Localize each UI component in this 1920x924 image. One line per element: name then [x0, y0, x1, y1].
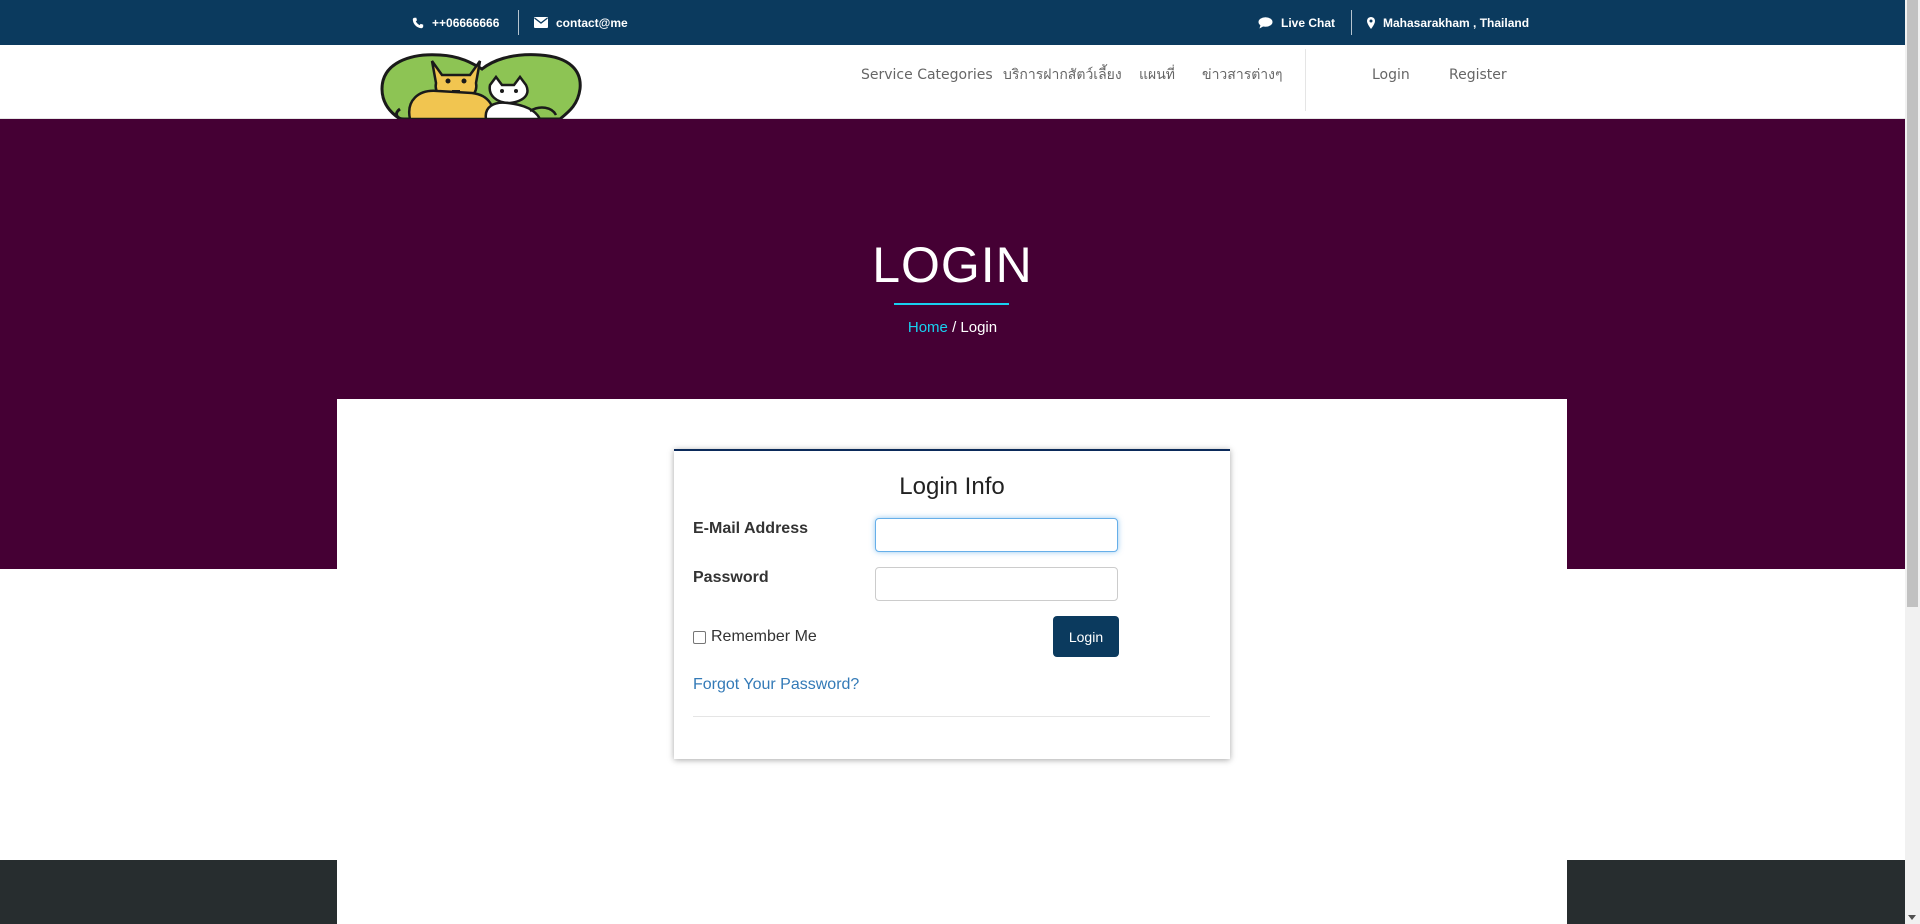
scrollbar-thumb[interactable]: [1907, 0, 1918, 607]
remember-me[interactable]: Remember Me: [693, 628, 817, 646]
chat-bubble-icon: [1258, 16, 1273, 29]
vertical-scrollbar[interactable]: [1905, 0, 1920, 924]
phone-icon: [412, 17, 424, 29]
password-label: Password: [693, 569, 769, 586]
page-title: LOGIN: [872, 237, 1033, 293]
breadcrumb-separator: /: [952, 319, 957, 336]
scroll-down-arrow-icon[interactable]: [1908, 915, 1916, 920]
location-info: Mahasarakham , Thailand: [1367, 0, 1529, 45]
card-divider: [693, 716, 1210, 717]
phone-contact[interactable]: ++06666666: [412, 0, 499, 45]
nav-news[interactable]: ข่าวสารต่างๆ: [1202, 45, 1283, 105]
email-label: E-Mail Address: [693, 520, 808, 537]
breadcrumb-current: Login: [960, 319, 998, 336]
nav-login[interactable]: Login: [1372, 45, 1410, 105]
live-chat-label: Live Chat: [1281, 15, 1336, 30]
envelope-icon: [534, 17, 548, 28]
email-input[interactable]: [875, 518, 1118, 552]
live-chat-link[interactable]: Live Chat: [1258, 0, 1335, 45]
nav-service-categories[interactable]: Service Categories: [861, 45, 993, 105]
title-underline: [894, 303, 1009, 305]
email-address: contact@me: [556, 15, 628, 30]
password-input[interactable]: [875, 567, 1118, 601]
main-navbar: Service Categories บริการฝากสัตว์เลี้ยง …: [0, 45, 1905, 119]
nav-map[interactable]: แผนที่: [1139, 45, 1175, 105]
topbar-divider: [518, 10, 519, 35]
login-card-title: Login Info: [899, 473, 1005, 500]
breadcrumb-home-link[interactable]: Home: [908, 319, 948, 336]
site-logo[interactable]: [380, 49, 584, 119]
content-panel: Login Info E-Mail Address Password Remem…: [337, 399, 1567, 924]
topbar-divider: [1351, 10, 1352, 35]
login-card: Login Info E-Mail Address Password Remem…: [674, 449, 1230, 759]
login-submit-button[interactable]: Login: [1053, 616, 1119, 657]
breadcrumb: Home / Login: [0, 319, 1905, 336]
nav-pet-boarding[interactable]: บริการฝากสัตว์เลี้ยง: [1003, 45, 1122, 105]
remember-me-checkbox[interactable]: [693, 630, 706, 644]
phone-number: ++06666666: [432, 15, 500, 30]
remember-me-label: Remember Me: [711, 628, 817, 645]
nav-divider: [1305, 49, 1306, 111]
top-info-bar: ++06666666 contact@me Live Chat Mahasara…: [0, 0, 1905, 45]
location-text: Mahasarakham , Thailand: [1383, 15, 1530, 30]
map-marker-icon: [1367, 16, 1375, 29]
nav-register[interactable]: Register: [1449, 45, 1507, 105]
email-contact[interactable]: contact@me: [534, 0, 628, 45]
forgot-password-link[interactable]: Forgot Your Password?: [693, 676, 859, 694]
page: ++06666666 contact@me Live Chat Mahasara…: [0, 0, 1905, 924]
